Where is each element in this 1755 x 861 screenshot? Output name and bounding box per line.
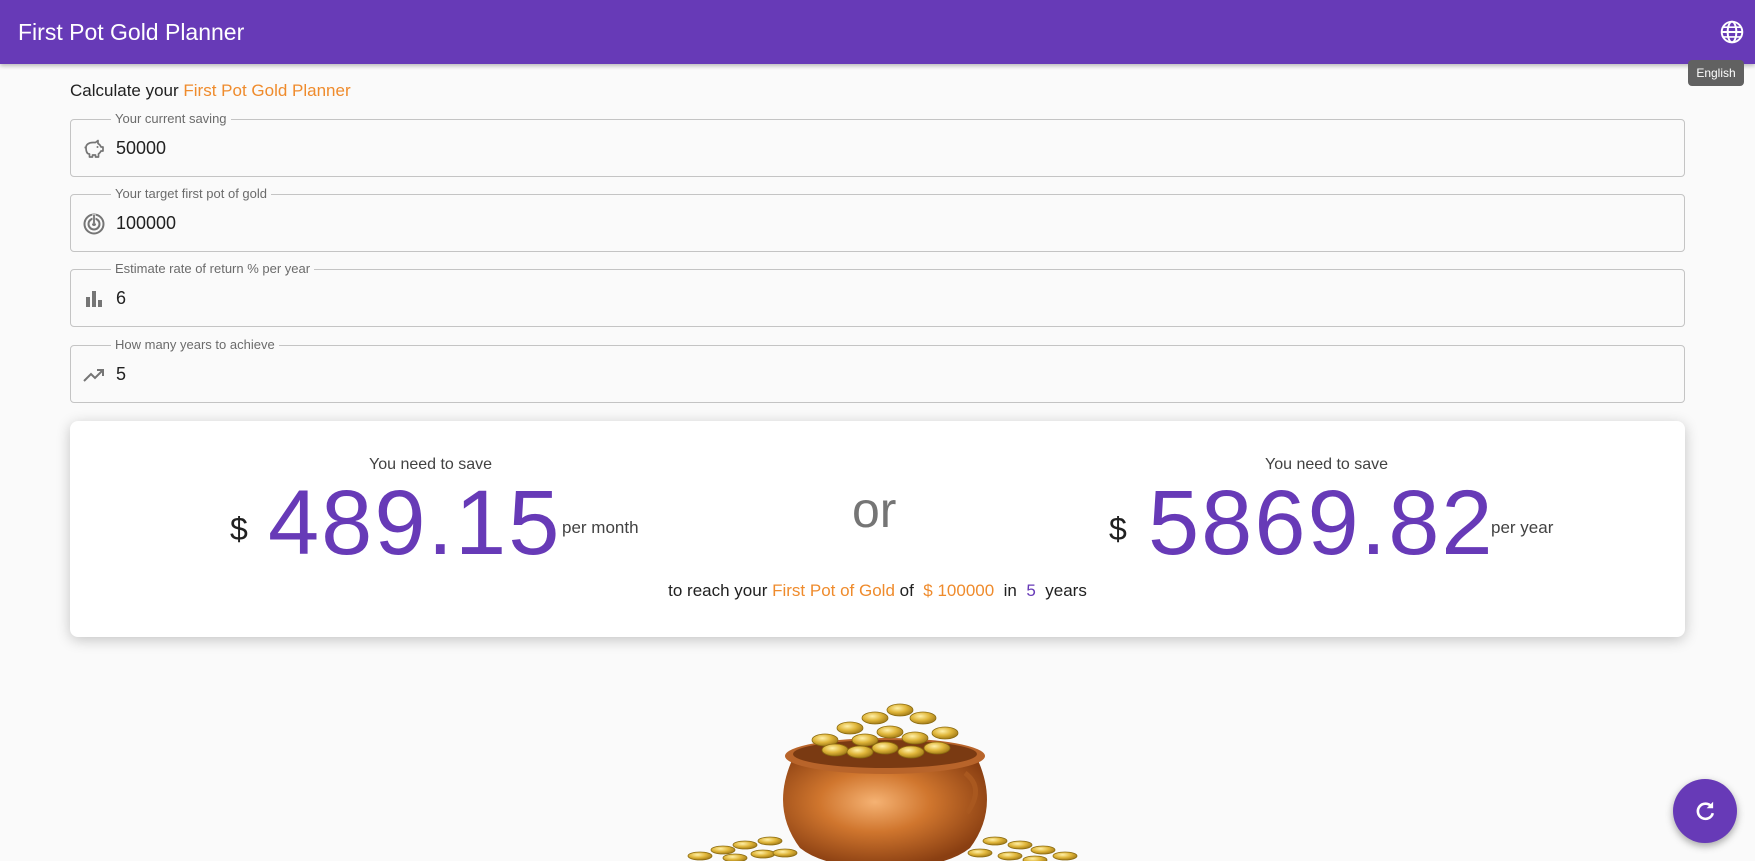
summary-years: 5: [1026, 581, 1036, 600]
years-field: How many years to achieve: [70, 336, 1685, 403]
page-heading: Calculate your First Pot Gold Planner: [70, 80, 351, 102]
summary-highlight: First Pot of Gold: [772, 581, 895, 600]
rate-of-return-input[interactable]: [116, 284, 1656, 312]
or-separator: or: [852, 482, 897, 538]
app-bar: First Pot Gold Planner: [0, 0, 1755, 64]
result-card: You need to save $ 489.15 per month or Y…: [70, 421, 1685, 637]
yearly-unit: per year: [1491, 518, 1554, 537]
heading-highlight: First Pot Gold Planner: [183, 81, 351, 100]
yearly-currency: $: [1109, 511, 1127, 547]
target-gold-field: Your target first pot of gold: [70, 185, 1685, 252]
piggy-bank-icon: [81, 136, 107, 162]
summary-sentence: to reach your First Pot of Gold of $ 100…: [70, 581, 1685, 601]
heading-prefix: Calculate your: [70, 81, 184, 100]
rate-of-return-field: Estimate rate of return % per year: [70, 260, 1685, 327]
monthly-unit: per month: [562, 518, 639, 537]
refresh-button[interactable]: [1673, 779, 1737, 843]
trending-up-icon: [81, 362, 107, 388]
monthly-currency: $: [230, 511, 248, 547]
refresh-icon: [1696, 801, 1715, 821]
summary-part2: of: [894, 581, 919, 600]
summary-part1: to reach your: [668, 581, 773, 600]
target-gold-label: Your target first pot of gold: [111, 185, 272, 203]
pot-of-gold-image: [675, 688, 1095, 861]
current-saving-input[interactable]: [116, 134, 1656, 162]
language-button[interactable]: [1716, 16, 1748, 48]
target-gold-input[interactable]: [116, 209, 1656, 237]
years-label: How many years to achieve: [111, 336, 279, 354]
bar-chart-icon: [81, 286, 107, 312]
current-saving-label: Your current saving: [111, 110, 231, 128]
language-tooltip: English: [1688, 60, 1744, 86]
monthly-amount: 489.15: [268, 472, 562, 574]
summary-part4: years: [1040, 581, 1087, 600]
summary-target: $ 100000: [923, 581, 995, 600]
rate-of-return-label: Estimate rate of return % per year: [111, 260, 315, 278]
globe-icon: [1720, 20, 1744, 44]
years-input[interactable]: [116, 360, 1656, 388]
current-saving-field: Your current saving: [70, 110, 1685, 177]
target-icon: [81, 211, 107, 237]
summary-part3: in: [998, 581, 1022, 600]
app-title: First Pot Gold Planner: [18, 19, 245, 45]
yearly-amount: 5869.82: [1148, 472, 1495, 574]
